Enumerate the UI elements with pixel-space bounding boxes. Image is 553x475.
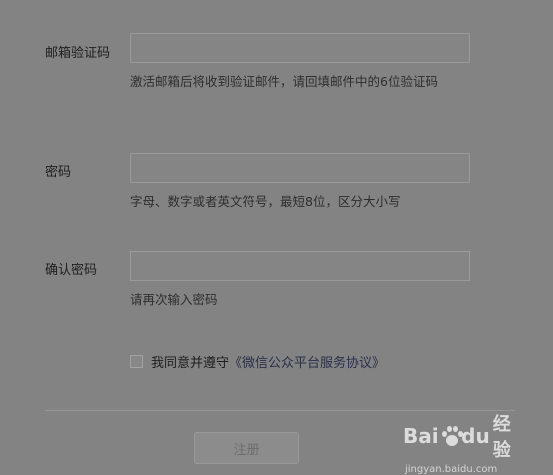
agreement-text: 我同意并遵守 (151, 356, 230, 371)
password-hint: 字母、数字或者英文符号，最短8位，区分大小写 (130, 194, 401, 209)
register-button[interactable]: 注册 (194, 432, 299, 464)
password-label: 密码 (45, 165, 72, 180)
confirm-password-hint: 请再次输入密码 (130, 292, 218, 307)
baidu-jingyan-watermark: Bai du 经验 jingyan.baidu.com (403, 410, 523, 475)
password-input[interactable] (130, 153, 470, 183)
agreement-checkbox[interactable] (130, 355, 143, 368)
service-agreement-link[interactable]: 《微信公众平台服务协议》 (229, 352, 385, 371)
email-code-hint: 激活邮箱后将收到验证邮件，请回填邮件中的6位验证码 (130, 74, 438, 89)
confirm-password-input[interactable] (130, 251, 470, 281)
email-code-input[interactable] (130, 33, 470, 63)
watermark-brand-b: du (461, 424, 490, 448)
watermark-brand-a: Bai (403, 424, 439, 448)
baidu-paw-icon (441, 425, 463, 447)
email-code-label: 邮箱验证码 (45, 46, 111, 61)
confirm-password-label: 确认密码 (45, 263, 98, 278)
agreement-row: 我同意并遵守 《微信公众平台服务协议》 (130, 352, 385, 371)
watermark-brand-c: 经验 (492, 414, 511, 461)
watermark-site: jingyan.baidu.com (405, 464, 498, 475)
